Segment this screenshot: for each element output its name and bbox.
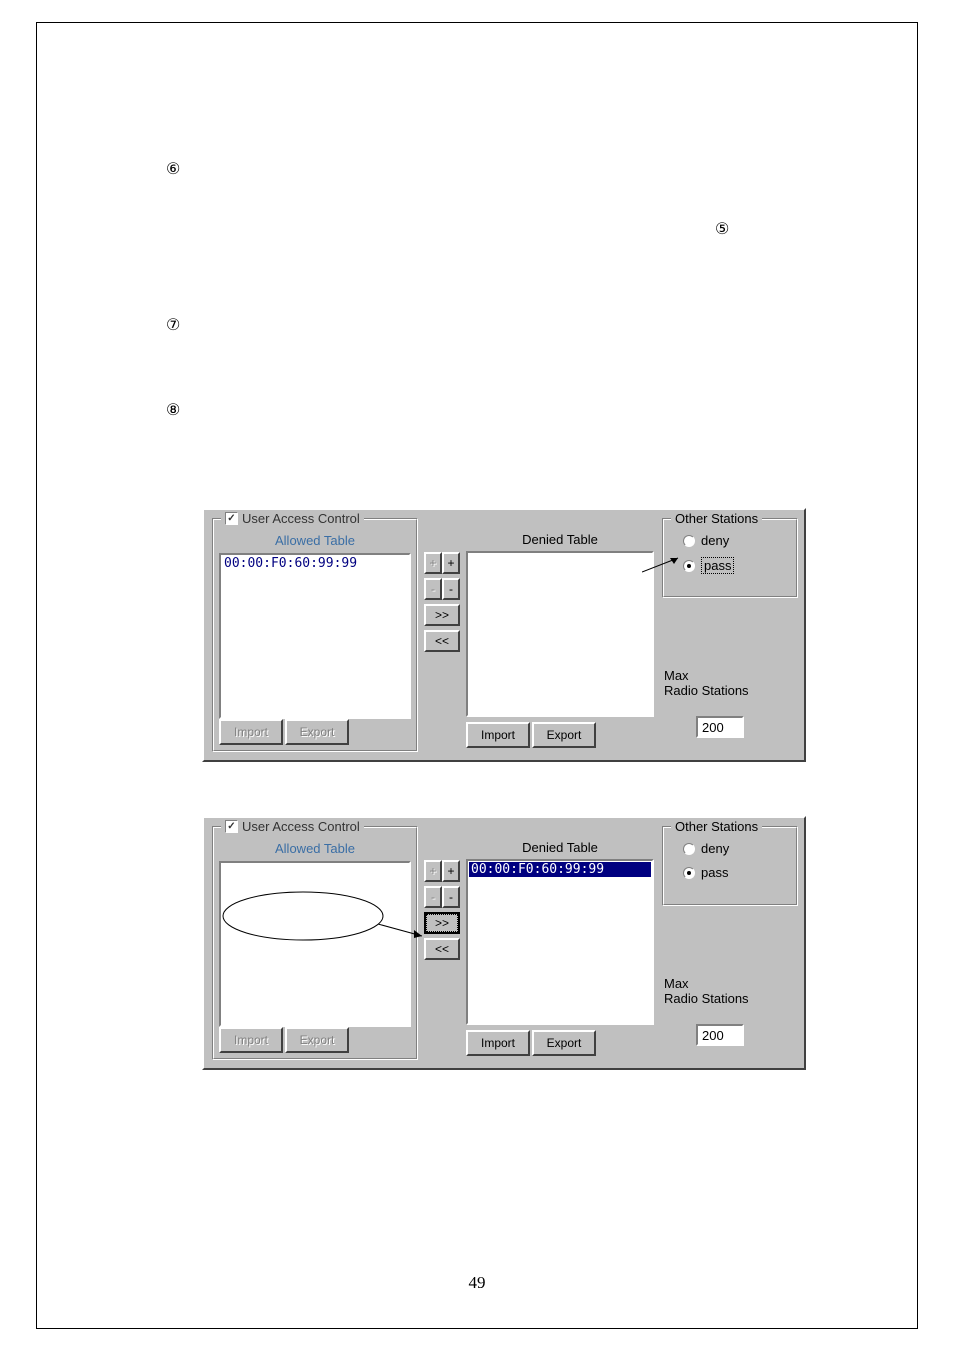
other-stations-title: Other Stations xyxy=(671,511,762,526)
pass-label: pass xyxy=(701,865,728,880)
max-radio-stations-label: Max Radio Stations xyxy=(664,976,784,1006)
deny-label: deny xyxy=(701,841,729,856)
user-access-control-label: User Access Control xyxy=(242,511,360,526)
allowed-import-button[interactable]: Import xyxy=(219,719,283,745)
user-access-control-checkbox[interactable]: ✓ User Access Control xyxy=(221,511,364,526)
allowed-import-button[interactable]: Import xyxy=(219,1027,283,1053)
deny-label: deny xyxy=(701,533,729,548)
deny-radio[interactable]: deny xyxy=(683,533,729,548)
denied-remove-button[interactable]: - xyxy=(442,578,460,600)
denied-area: Denied Table 00:00:F0:60:99:99 xyxy=(466,840,654,1025)
max-radio-stations-label: Max Radio Stations xyxy=(664,668,784,698)
deny-radio[interactable]: deny xyxy=(683,841,729,856)
allowed-fieldset: ✓ User Access Control Allowed Table Impo… xyxy=(212,826,418,1060)
pass-radio[interactable]: pass xyxy=(683,865,728,880)
user-access-control-label: User Access Control xyxy=(242,819,360,834)
page-number: 49 xyxy=(0,1273,954,1293)
marker-5: ⑤ xyxy=(715,219,729,239)
marker-8: ⑧ xyxy=(166,400,180,420)
allowed-export-button[interactable]: Export xyxy=(285,719,349,745)
max-radio-stations-input[interactable]: 200 xyxy=(696,716,744,738)
transfer-buttons: + + - - >> << xyxy=(424,860,460,960)
move-left-button[interactable]: << xyxy=(424,630,460,652)
allowed-add-button-disabled[interactable]: + xyxy=(424,860,442,882)
denied-listbox[interactable] xyxy=(466,551,654,717)
other-stations-fieldset: Other Stations deny pass xyxy=(662,826,798,906)
transfer-buttons: + + - - >> << xyxy=(424,552,460,652)
denied-table-label: Denied Table xyxy=(466,532,654,547)
move-right-button[interactable]: >> xyxy=(424,912,460,934)
checkbox-icon: ✓ xyxy=(225,820,238,833)
denied-export-button[interactable]: Export xyxy=(532,722,596,748)
user-access-control-checkbox[interactable]: ✓ User Access Control xyxy=(221,819,364,834)
radio-icon xyxy=(683,560,695,572)
max-radio-stations-input[interactable]: 200 xyxy=(696,1024,744,1046)
radio-icon xyxy=(683,843,695,855)
allowed-listbox[interactable] xyxy=(219,861,411,1027)
user-access-control-panel-1: ✓ User Access Control Allowed Table 00:0… xyxy=(202,508,806,762)
radio-icon xyxy=(683,535,695,547)
other-stations-fieldset: Other Stations deny pass xyxy=(662,518,798,598)
allowed-listbox[interactable]: 00:00:F0:60:99:99 xyxy=(219,553,411,719)
allowed-table-label: Allowed Table xyxy=(213,841,417,856)
user-access-control-panel-2: ✓ User Access Control Allowed Table Impo… xyxy=(202,816,806,1070)
denied-import-button[interactable]: Import xyxy=(466,1030,530,1056)
allowed-add-button-disabled[interactable]: + xyxy=(424,552,442,574)
allowed-export-button[interactable]: Export xyxy=(285,1027,349,1053)
marker-6: ⑥ xyxy=(166,159,180,179)
radio-icon xyxy=(683,867,695,879)
denied-remove-button[interactable]: - xyxy=(442,886,460,908)
other-stations-title: Other Stations xyxy=(671,819,762,834)
allowed-remove-button-disabled[interactable]: - xyxy=(424,886,442,908)
denied-import-button[interactable]: Import xyxy=(466,722,530,748)
allowed-remove-button-disabled[interactable]: - xyxy=(424,578,442,600)
move-right-button[interactable]: >> xyxy=(424,604,460,626)
allowed-item[interactable]: 00:00:F0:60:99:99 xyxy=(222,556,408,571)
denied-area: Denied Table xyxy=(466,532,654,717)
allowed-fieldset: ✓ User Access Control Allowed Table 00:0… xyxy=(212,518,418,752)
denied-table-label: Denied Table xyxy=(466,840,654,855)
allowed-table-label: Allowed Table xyxy=(213,533,417,548)
marker-7: ⑦ xyxy=(166,315,180,335)
checkbox-icon: ✓ xyxy=(225,512,238,525)
move-left-button[interactable]: << xyxy=(424,938,460,960)
denied-add-button[interactable]: + xyxy=(442,552,460,574)
denied-export-button[interactable]: Export xyxy=(532,1030,596,1056)
denied-listbox[interactable]: 00:00:F0:60:99:99 xyxy=(466,859,654,1025)
pass-label: pass xyxy=(701,557,734,574)
denied-add-button[interactable]: + xyxy=(442,860,460,882)
pass-radio[interactable]: pass xyxy=(683,557,734,574)
denied-item[interactable]: 00:00:F0:60:99:99 xyxy=(469,862,651,877)
